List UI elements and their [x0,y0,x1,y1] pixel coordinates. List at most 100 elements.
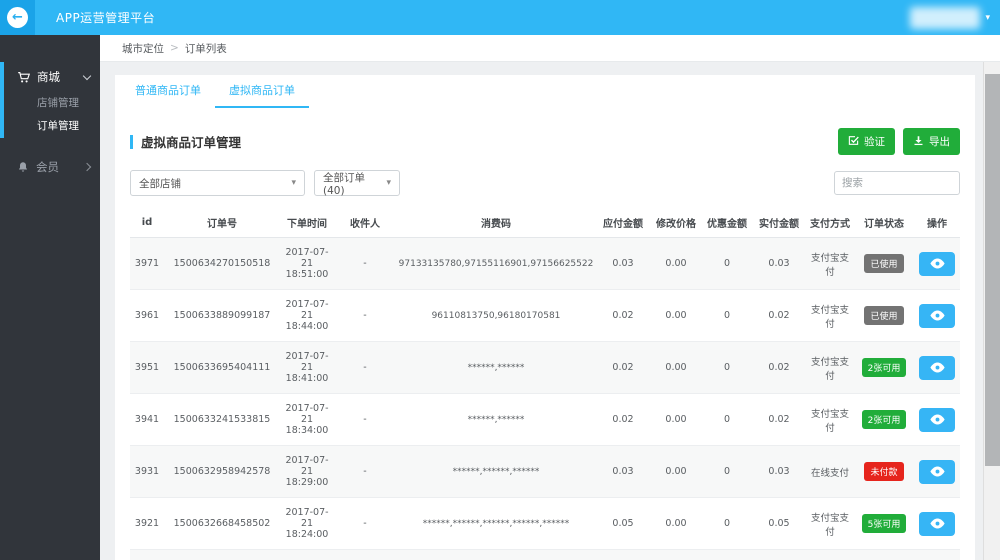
eye-icon [929,466,945,477]
cell-order-no: 1500632958942578 [164,445,280,498]
verify-button[interactable]: 验证 [838,128,895,155]
col-order-time: 下单时间 [280,209,334,238]
cell-id: 3961 [130,289,164,342]
sidebar-item-order-management[interactable]: 订单管理 [4,115,100,138]
sidebar-item-shop-management[interactable]: 店铺管理 [4,92,100,115]
cell-pay-method: 支付宝支付 [806,393,854,446]
breadcrumb-city-location[interactable]: 城市定位 [122,41,164,56]
breadcrumb: 城市定位 > 订单列表 [100,35,1000,62]
view-order-button[interactable] [919,251,955,276]
cell-modified-price: 0.00 [650,549,702,560]
sidebar-item-mall[interactable]: 商城 [4,62,100,92]
view-order-button[interactable] [919,511,955,536]
sidebar-section-mall: 商城 店铺管理 订单管理 [0,62,100,138]
cell-recipient: - [334,549,396,560]
breadcrumb-separator: > [170,42,179,54]
cell-pay-method: 支付宝支付 [810,252,849,278]
cell-consumption-code: ******,******,****** [396,445,596,498]
col-modified-price: 修改价格 [650,209,702,238]
cell-order-status: 已使用 [854,289,914,342]
order-status-badge: 5张可用 [861,514,907,533]
cell-consumption-code: 96110813750,96180170581 [396,289,596,342]
sidebar: 商城 店铺管理 订单管理 会员 [0,35,100,560]
export-button-label: 导出 [929,136,950,148]
user-menu[interactable]: ▾ [910,6,1000,29]
cell-paid-amount: 0.02 [752,289,806,342]
caret-down-icon: ▾ [985,12,990,23]
search-input[interactable] [834,171,960,195]
col-paid-amount: 实付金额 [752,209,806,238]
cell-id: 3911 [130,549,164,560]
header-buttons: 验证 导出 [838,128,960,155]
cell-id: 3921 [130,497,164,550]
eye-icon [929,310,945,321]
eye-icon [929,362,945,373]
cell-pay-method: 在线支付 [806,445,854,498]
card-body: 虚拟商品订单管理 验证 导出 全部店铺 ▾ 全部订单(40) ▾ 搜索 id 订… [115,128,975,560]
cell-order-time: 2017-07-21 18:29:00 [280,445,334,498]
cell-order-status: 未付款 [854,445,914,498]
app-title: APP运营管理平台 [56,11,156,25]
view-order-button[interactable] [919,407,955,432]
cell-consumption-code: ****** [396,549,596,560]
cell-order-no: 1500633241533815 [164,393,280,446]
shop-filter-select[interactable]: 全部店铺 ▾ [130,170,305,196]
view-order-button[interactable] [919,303,955,328]
cell-order-no: 1500634270150518 [173,258,271,269]
cell-paid-amount: 0.03 [752,445,806,498]
view-order-button[interactable] [919,355,955,380]
cell-discount-amount: 0 [702,497,752,550]
cell-order-no: 1500633695404111 [164,341,280,394]
cell-recipient: - [363,258,367,269]
cell-pay-method: 支付宝支付 [806,497,854,550]
section-header: 虚拟商品订单管理 验证 导出 [130,128,960,155]
cell-paid-amount: 0.02 [752,341,806,394]
table-row: 3961 1500633889099187 2017-07-21 18:44:00-… [130,289,960,342]
back-button[interactable]: ← [0,0,35,35]
title-tick [130,134,133,149]
caret-down-icon: ▾ [386,178,391,188]
cell-payable-amount: 0.05 [596,497,650,550]
cell-id: 3941 [130,393,164,446]
col-recipient: 收件人 [334,209,396,238]
filter-row: 全部店铺 ▾ 全部订单(40) ▾ [130,170,960,197]
cell-paid-amount: 0.02 [752,393,806,446]
username-redacted [910,6,981,29]
cell-payable-amount: 0.02 [596,341,650,394]
col-pay-method: 支付方式 [806,209,854,238]
cart-icon [17,71,30,84]
cell-discount-amount: 0 [702,549,752,560]
top-header: ← APP运营管理平台 ▾ [0,0,1000,35]
caret-down-icon: ▾ [291,178,296,188]
cell-recipient: - [334,445,396,498]
tab-normal-orders[interactable]: 普通商品订单 [121,75,215,108]
cell-action [914,497,960,550]
cell-payable-amount: 0.02 [596,289,650,342]
table-row: 3921 1500632668458502 2017-07-21 18:24:00-… [130,497,960,550]
scrollbar[interactable] [983,62,1000,560]
cell-payable-amount: 0.02 [596,393,650,446]
cell-action [914,393,960,446]
view-order-button[interactable] [919,459,955,484]
table-row: 3931 1500632958942578 2017-07-21 18:29:00-… [130,445,960,498]
cell-order-status: 已使用 [854,238,914,290]
shop-filter-value: 全部店铺 [139,177,181,190]
cell-action [914,238,960,290]
sidebar-submenu: 店铺管理 订单管理 [4,92,100,138]
cell-discount-amount: 0 [723,258,731,269]
order-status-badge: 未付款 [864,462,904,481]
tab-virtual-orders[interactable]: 虚拟商品订单 [215,75,309,108]
sidebar-item-member[interactable]: 会员 [0,152,100,182]
cell-order-status: 5张可用 [854,497,914,550]
cell-payable-amount: 0.03 [596,445,650,498]
order-filter-select[interactable]: 全部订单(40) ▾ [314,170,400,197]
cell-order-no: 1500633889099187 [164,289,280,342]
cell-consumption-code: ******,******,******,******,****** [396,497,596,550]
cell-order-time: 2017-07-21 18:21:00 [280,549,334,560]
col-order-status: 订单状态 [854,209,914,238]
cell-id: 3931 [130,445,164,498]
eye-icon [929,414,945,425]
chevron-down-icon [82,71,92,80]
export-button[interactable]: 导出 [903,128,960,155]
scrollbar-thumb[interactable] [985,74,1000,466]
